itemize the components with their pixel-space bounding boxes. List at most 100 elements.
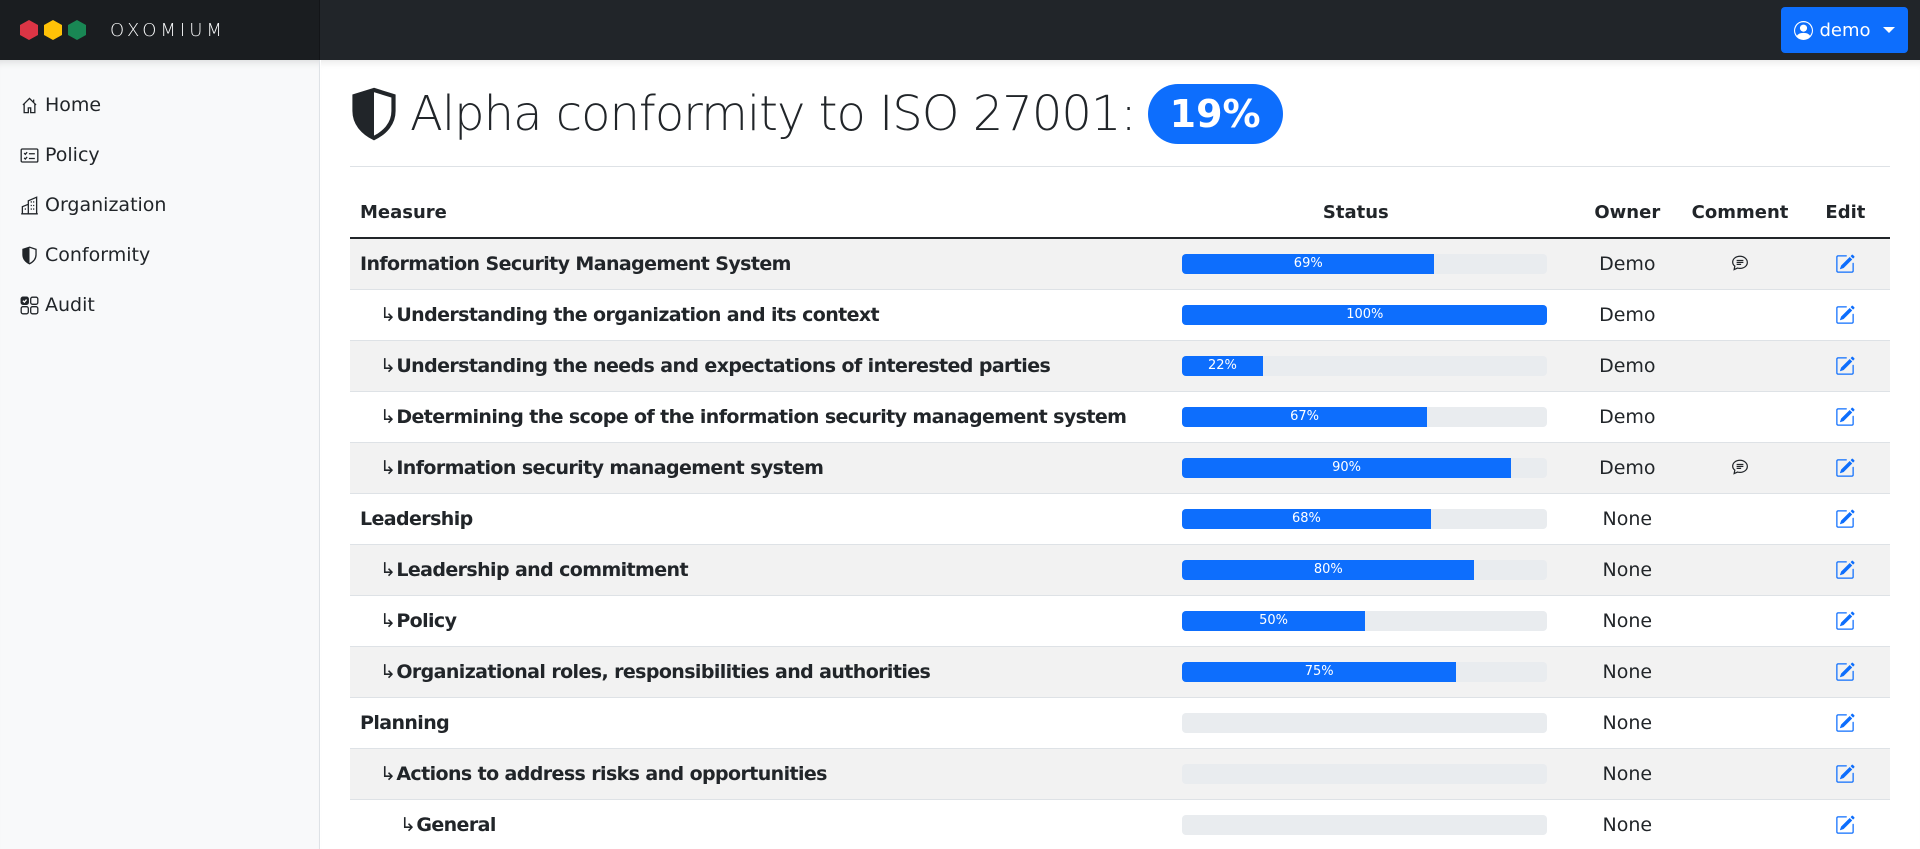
owner-cell: Demo [1575,442,1680,494]
measure-text: Planning [360,711,450,734]
pencil-square-icon [1836,815,1855,834]
measure-cell: ↳Policy [350,595,1137,647]
conformity-table: Measure Status Owner Comment Edit Inform… [350,187,1890,849]
measure-name[interactable]: ↳Understanding the needs and expectation… [380,354,1051,377]
pencil-square-icon [1836,458,1855,477]
progress-track: 69% [1182,253,1548,274]
owner-cell: Demo [1575,391,1680,443]
progress-bar: 69% [1182,253,1435,274]
owner-cell: None [1575,493,1680,545]
measure-text: Information Security Management System [360,252,791,275]
progress-track [1182,712,1548,733]
user-menu-button[interactable]: demo [1781,7,1908,53]
status-cell: 90% [1136,442,1576,494]
measure-name[interactable]: ↳Organizational roles, responsibilities … [380,660,931,683]
status-cell [1136,697,1576,749]
brand-link[interactable]: Oxomium [0,0,320,60]
sub-item-arrow-icon: ↳ [380,303,396,326]
table-row: Information Security Management System 6… [350,238,1890,290]
measure-name[interactable]: ↳Actions to address risks and opportunit… [380,763,827,785]
logo-hex-yellow-icon [44,20,62,40]
progress-bar: 68% [1182,508,1431,529]
edit-button[interactable] [1835,611,1855,631]
measure-text: Leadership [360,507,473,530]
user-name: demo [1819,19,1871,41]
measure-cell: ↳Understanding the needs and expectation… [350,340,1137,392]
edit-button[interactable] [1835,815,1855,835]
sidebar-item-conformity[interactable]: Conformity [0,230,319,280]
table-row: Planning None [350,697,1890,749]
edit-button[interactable] [1835,509,1855,529]
edit-button[interactable] [1835,764,1855,784]
ui-checks-grid-icon [20,296,39,314]
status-cell: 50% [1136,595,1576,647]
edit-button[interactable] [1835,713,1855,733]
edit-cell [1800,646,1890,698]
comment-cell [1679,595,1801,647]
pencil-square-icon [1836,509,1855,528]
edit-button[interactable] [1835,305,1855,325]
edit-cell [1800,748,1890,800]
owner-cell: None [1575,748,1680,800]
progress-track: 50% [1182,610,1548,631]
edit-button[interactable] [1835,662,1855,682]
measure-name[interactable]: Leadership [360,508,473,530]
caret-down-icon [1882,27,1895,33]
edit-button[interactable] [1835,254,1855,274]
edit-button[interactable] [1835,458,1855,478]
measure-name[interactable]: ↳Determining the scope of the informatio… [380,405,1127,428]
progress-track: 22% [1182,355,1548,376]
comment-cell [1679,391,1801,443]
status-cell: 67% [1136,391,1576,443]
measure-cell: ↳Determining the scope of the informatio… [350,391,1137,443]
edit-button[interactable] [1835,407,1855,427]
progress-bar: 75% [1182,661,1457,682]
sidebar-item-policy[interactable]: Policy [0,130,319,180]
measure-name[interactable]: ↳Information security management system [380,456,824,479]
sidebar-item-organization[interactable]: Organization [0,180,319,230]
measure-text: Understanding the needs and expectations… [396,354,1051,377]
measure-text: Determining the scope of the information… [396,405,1127,428]
edit-button[interactable] [1835,560,1855,580]
shield-half-icon [22,246,37,265]
edit-button[interactable] [1835,356,1855,376]
shield-half-icon [352,87,396,141]
measure-text: General [416,813,496,836]
table-row: ↳Leadership and commitment 80% None [350,544,1890,596]
pencil-square-icon [1836,356,1855,375]
measure-name[interactable]: Information Security Management System [360,253,791,275]
owner-cell: None [1575,646,1680,698]
progress-track: 80% [1182,559,1548,580]
table-row: ↳Information security management system … [350,442,1890,494]
measure-cell: ↳Organizational roles, responsibilities … [350,646,1137,698]
measure-name[interactable]: ↳Understanding the organization and its … [380,303,880,326]
sidebar-item-label: Home [45,94,102,116]
comment-button[interactable] [1730,254,1750,274]
progress-track: 90% [1182,457,1548,478]
edit-cell [1800,289,1890,341]
edit-cell [1800,238,1890,290]
measure-text: Information security management system [396,456,824,479]
status-cell: 69% [1136,238,1576,290]
measure-name[interactable]: Planning [360,711,450,734]
sub-item-arrow-icon: ↳ [380,660,396,683]
owner-cell: None [1575,799,1680,849]
status-cell [1136,799,1576,849]
pencil-square-icon [1836,305,1855,324]
measure-name[interactable]: ↳General [400,814,496,836]
column-header-status: Status [1136,187,1576,239]
comment-cell [1679,442,1801,494]
chat-left-text-icon [1732,459,1748,475]
sidebar-item-label: Policy [45,144,100,166]
sidebar-item-home[interactable]: Home [0,80,319,130]
measure-name[interactable]: ↳Leadership and commitment [380,559,689,581]
sub-item-arrow-icon: ↳ [400,813,416,836]
brand-name: Oxomium [110,19,226,41]
edit-cell [1800,697,1890,749]
measure-name[interactable]: ↳Policy [380,610,457,632]
owner-cell: None [1575,697,1680,749]
sidebar-item-audit[interactable]: Audit [0,280,319,330]
measure-cell: ↳General [350,799,1137,849]
progress-track [1182,814,1548,835]
comment-button[interactable] [1730,458,1750,478]
